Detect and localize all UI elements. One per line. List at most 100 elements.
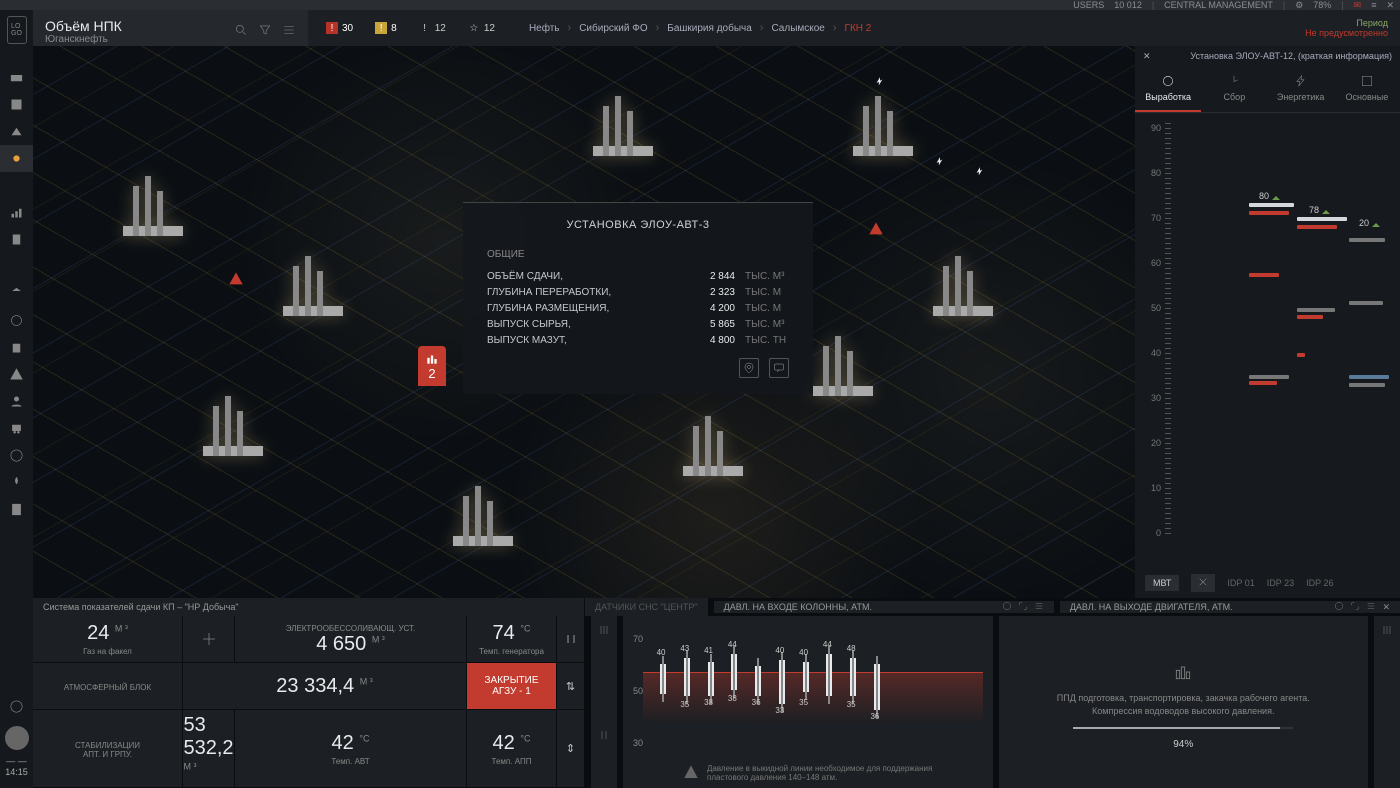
close-icon[interactable]: ✕ <box>1143 51 1151 62</box>
clock: — —14:15 <box>5 756 28 778</box>
rpanel-chart: 9080706050403020100 80 78 20 <box>1135 113 1400 568</box>
map-alert-icon[interactable] <box>228 271 244 287</box>
rpanel-foot-select[interactable]: МВТ <box>1145 575 1179 591</box>
rpanel-foot-icon[interactable] <box>1191 574 1215 592</box>
strip-dim: ДАТЧИКИ СНС "ЦЕНТР" <box>585 598 708 616</box>
sort-icon[interactable]: ⇕ <box>557 710 585 788</box>
rail-item-3[interactable] <box>0 118 33 145</box>
bottom-strip-header: Система показателей сдачи КП – "НР Добыч… <box>33 598 1400 616</box>
rpanel-idp[interactable]: IDP 26 <box>1306 578 1333 588</box>
page-subtitle: Юганскнефть <box>45 34 234 45</box>
breadcrumb-bar: !30 !8 !12 ☆12 Нефть› Сибирский ФО› Башк… <box>308 10 1400 46</box>
map-spark-icon[interactable] <box>873 76 887 90</box>
alert-starred[interactable]: ☆12 <box>462 20 501 36</box>
tooltip-chat-icon[interactable] <box>769 358 789 378</box>
expand-icon[interactable] <box>1350 601 1360 613</box>
rail-item-14[interactable] <box>0 415 33 442</box>
alert-cell[interactable]: ЗАКРЫТИЕАГЗУ - 1 <box>467 663 557 710</box>
rpanel-idp[interactable]: IDP 23 <box>1267 578 1294 588</box>
expand-icon[interactable] <box>1018 601 1028 613</box>
p3-text: ППД подготовка, транспортировка, закачка… <box>1057 692 1310 717</box>
left-rail: LOGO — —14:15 <box>0 10 33 788</box>
search-icon[interactable] <box>234 23 248 40</box>
p3-header: ДАВЛ. НА ВЫХОДЕ ДВИГАТЕЛЯ, АТМ. ✕ <box>1054 601 1400 613</box>
right-panel: ✕ Установка ЭЛОУ-АВТ-12, (краткая информ… <box>1135 46 1400 598</box>
mail-icon[interactable]: ✉ <box>1354 0 1362 11</box>
close-icon[interactable]: ✕ <box>1386 0 1394 11</box>
menu-icon[interactable] <box>1366 601 1376 613</box>
rail-item-16[interactable] <box>0 469 33 496</box>
panel2-note: Давление в выкидной линии необходимое дл… <box>683 764 973 782</box>
p2-header: ДАВЛ. НА ВХОДЕ КОЛОННЫ, АТМ. <box>708 601 1054 613</box>
panel-pressure-out: ППД подготовка, транспортировка, закачка… <box>999 616 1369 788</box>
menu-icon[interactable]: ≡ <box>1371 0 1376 10</box>
crumb[interactable]: Башкирия добыча <box>667 23 752 34</box>
panel-side-controls <box>591 616 617 788</box>
rail-item-9[interactable] <box>0 280 33 307</box>
percent: 78% <box>1313 0 1331 10</box>
rail-item-11[interactable] <box>0 334 33 361</box>
settings-icon[interactable] <box>557 616 585 663</box>
add-icon[interactable] <box>183 616 235 663</box>
crumb[interactable]: Салымское <box>771 23 824 34</box>
map-alert-icon[interactable] <box>868 221 884 237</box>
tune-icon[interactable] <box>598 624 610 639</box>
rail-item-15[interactable] <box>0 442 33 469</box>
rail-item-4-active[interactable] <box>0 145 33 172</box>
avatar[interactable] <box>5 726 29 750</box>
rail-item-8[interactable] <box>0 253 33 280</box>
rail-item-13[interactable] <box>0 388 33 415</box>
alert-warning[interactable]: !8 <box>369 20 403 36</box>
rpanel-tab-energy[interactable]: Энергетика <box>1268 66 1334 112</box>
info-icon[interactable] <box>1002 601 1012 613</box>
crumb-active[interactable]: ГКН 2 <box>845 23 872 34</box>
rpanel-tab-main[interactable]: Основные <box>1334 66 1400 112</box>
tooltip-title: УСТАНОВКА ЭЛОУ-АВТ-3 <box>487 219 789 231</box>
settings-icon[interactable]: ⚙ <box>1295 0 1303 11</box>
rail-item-2[interactable] <box>0 91 33 118</box>
progress-bar <box>1073 727 1293 729</box>
rail-item-6[interactable] <box>0 199 33 226</box>
rail-help-icon[interactable] <box>0 693 33 720</box>
central-management[interactable]: CENTRAL MANAGEMENT <box>1164 0 1273 10</box>
map-marker[interactable]: 2 <box>418 346 446 386</box>
alert-info[interactable]: !12 <box>413 20 452 36</box>
crumb[interactable]: Нефть <box>529 23 560 34</box>
swap-icon[interactable] <box>598 729 610 744</box>
rail-item-17[interactable] <box>0 496 33 523</box>
rail-item-5[interactable] <box>0 172 33 199</box>
panel-side-controls-2 <box>1374 616 1400 788</box>
rpanel-tab-collection[interactable]: Сбор <box>1201 66 1267 112</box>
close-icon[interactable]: ✕ <box>1382 602 1390 613</box>
users-label: USERS <box>1073 0 1104 10</box>
rpanel-title: Установка ЭЛОУ-АВТ-12, (краткая информац… <box>1159 51 1392 61</box>
rail-item-12[interactable] <box>0 361 33 388</box>
tooltip-group: ОБЩИЕ <box>487 249 789 260</box>
marker-count: 2 <box>428 366 435 381</box>
topbar: USERS 10 012 | CENTRAL MANAGEMENT | ⚙ 78… <box>0 0 1400 10</box>
rail-item-1[interactable] <box>0 64 33 91</box>
tooltip-locate-icon[interactable] <box>739 358 759 378</box>
panel-kpi: 24 М ³Газ на факел ЭЛЕКТРООБЕССОЛИВАЮЩ. … <box>33 616 585 788</box>
panel-pressure-in: 705030 40 43 35 41 38 44 38 36 40 33 40 … <box>623 616 993 788</box>
map-tooltip: УСТАНОВКА ЭЛОУ-АВТ-3 ОБЩИЕ ОБЪЁМ СДАЧИ,2… <box>463 202 813 394</box>
map-spark-icon[interactable] <box>933 156 947 170</box>
page-title: Объём НПК <box>45 18 234 34</box>
progress-pct: 94% <box>1173 739 1193 750</box>
map-spark-icon[interactable] <box>973 166 987 180</box>
rpanel-tab-output[interactable]: Выработка <box>1135 66 1201 112</box>
logo[interactable]: LOGO <box>7 16 27 44</box>
menu-icon[interactable] <box>1034 601 1044 613</box>
crumb[interactable]: Сибирский ФО <box>579 23 647 34</box>
filter-icon[interactable] <box>258 23 272 40</box>
alert-critical[interactable]: !30 <box>320 20 359 36</box>
list-icon[interactable] <box>282 23 296 40</box>
rail-item-10[interactable] <box>0 307 33 334</box>
info-icon[interactable] <box>1334 601 1344 613</box>
rail-item-7[interactable] <box>0 226 33 253</box>
drag-icon[interactable]: ⇅ <box>557 663 585 710</box>
tune-icon[interactable] <box>1381 624 1393 639</box>
strip-caption: Система показателей сдачи КП – "НР Добыч… <box>33 598 585 616</box>
plant-icon <box>1173 662 1193 682</box>
rpanel-idp[interactable]: IDP 01 <box>1227 578 1254 588</box>
